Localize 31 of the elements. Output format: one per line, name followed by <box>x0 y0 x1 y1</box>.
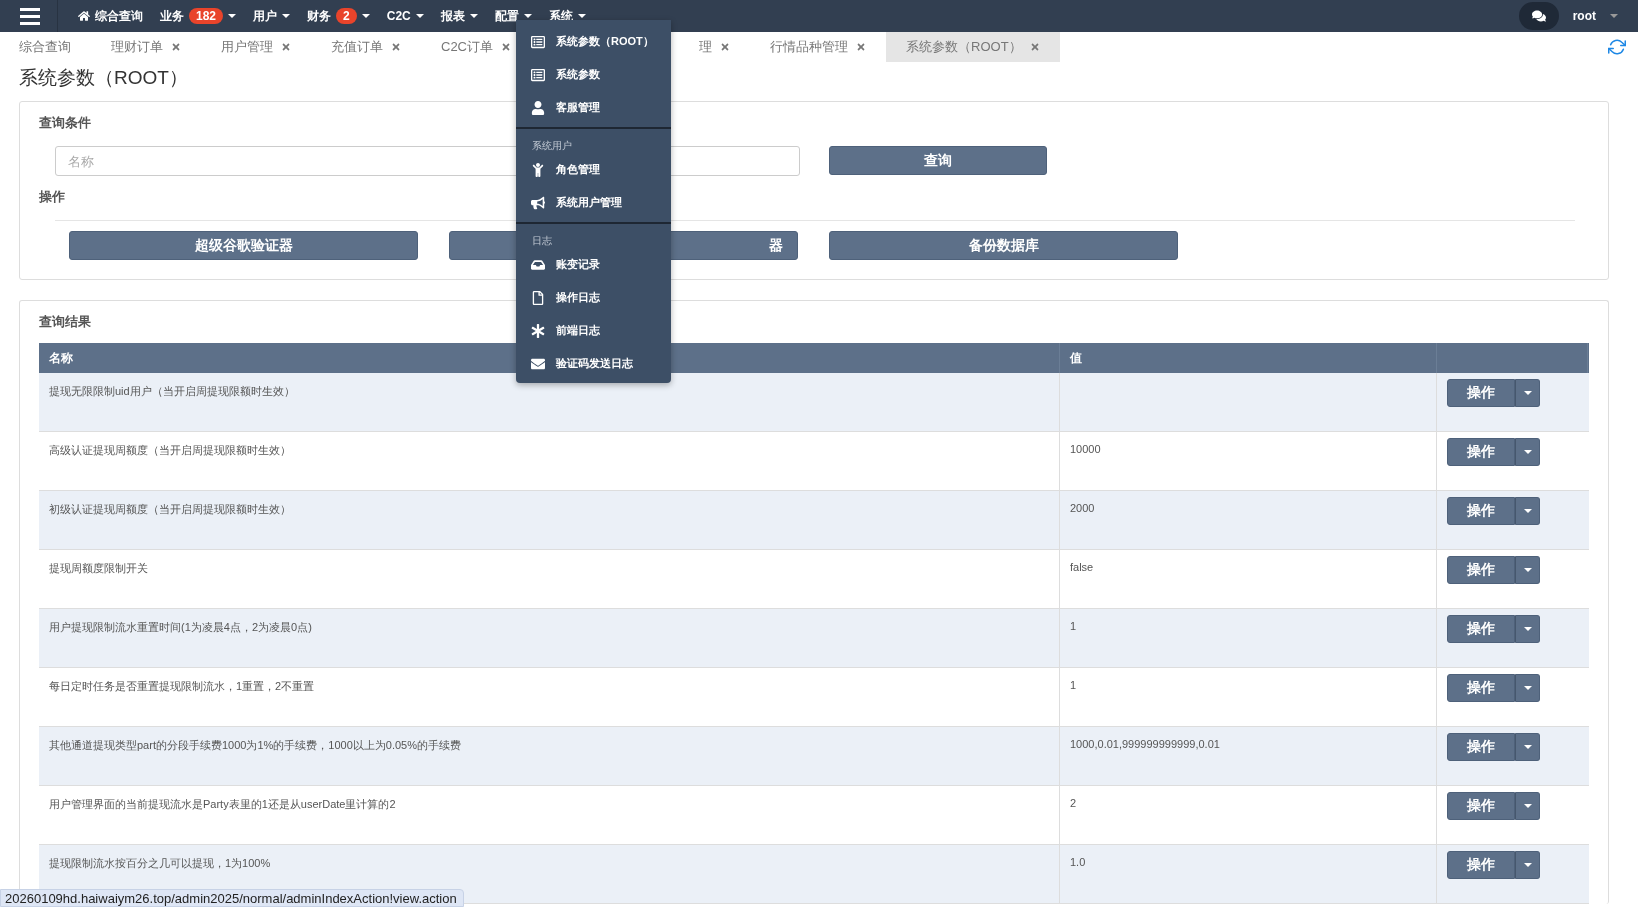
page-title: 系统参数（ROOT） <box>19 66 188 90</box>
table-cell: 其他通道提现类型part的分段手续费1000为1%的手续费，1000以上为0.05%的手续费 <box>39 727 1060 785</box>
count-badge: 2 <box>336 8 357 24</box>
menu-section-header: 日志 <box>531 234 553 248</box>
nav-label: 财务 <box>307 7 332 25</box>
table-cell: 2000 <box>1060 491 1437 549</box>
table-cell: 每日定时任务是否重置提现限制流水，1重置，2不重置 <box>39 668 1060 726</box>
table-cell: 高级认证提现周额度（当开启周提现限额时生效） <box>39 432 1060 490</box>
status-url: 20260109hd.haiwaiym26.top/admin2025/normal/adminIndexAction!view.action <box>0 889 464 907</box>
table-cell: 提现无限限制uid用户（当开启周提现限额时生效） <box>39 373 1060 431</box>
table-cell: 1 <box>1060 668 1437 726</box>
count-badge: 182 <box>189 8 224 24</box>
table-cell: 提现周额度限制开关 <box>39 550 1060 608</box>
section-title: 查询条件 <box>39 114 91 132</box>
table-cell: 用户提现限制流水重置时间(1为凌晨4点，2为凌晨0点) <box>39 609 1060 667</box>
nav-label: 业务 <box>160 7 184 25</box>
nav-label: C2C <box>386 9 411 23</box>
table-cell: 用户管理界面的当前提现流水是Party表里的1还是从userDate里计算的2 <box>39 786 1060 844</box>
nav-label: 综合查询 <box>95 7 143 25</box>
table-cell: 1.0 <box>1060 845 1437 903</box>
table-cell: 初级认证提现周额度（当开启周提现限额时生效） <box>39 491 1060 549</box>
table-cell: 1000,0.01,999999999999,0.01 <box>1060 727 1437 785</box>
nav-label: 配置 <box>494 7 519 25</box>
table-cell: 1 <box>1060 609 1437 667</box>
nav-label: 用户 <box>253 7 278 25</box>
table-cell: 2 <box>1060 786 1437 844</box>
table-cell: 10000 <box>1060 432 1437 490</box>
nav-label: 报表 <box>440 7 465 25</box>
section-title: 操作 <box>39 188 65 206</box>
section-title: 查询结果 <box>39 313 91 331</box>
table-cell: false <box>1060 550 1437 608</box>
